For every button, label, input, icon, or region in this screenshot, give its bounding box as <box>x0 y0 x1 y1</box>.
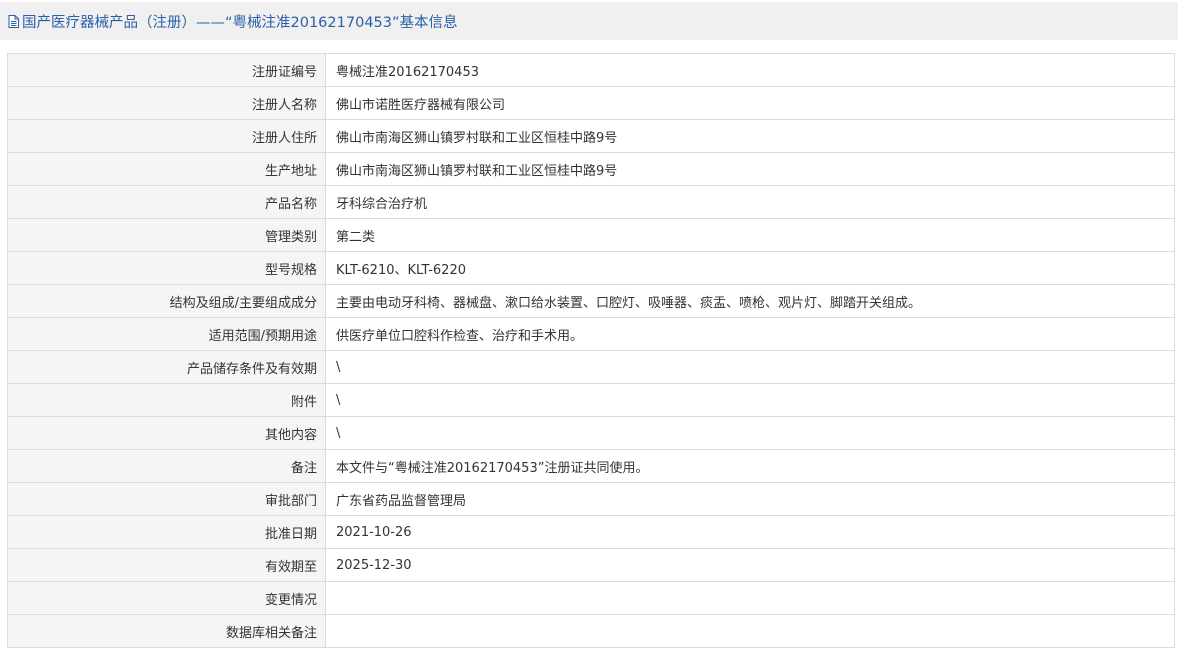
field-value: \ <box>325 350 1175 384</box>
field-value: \ <box>325 383 1175 417</box>
table-row: 结构及组成/主要组成成分 主要由电动牙科椅、器械盘、漱口给水装置、口腔灯、吸唾器、… <box>7 284 1175 318</box>
table-row: 生产地址 佛山市南海区狮山镇罗村联和工业区恒桂中路9号 <box>7 152 1175 186</box>
field-label: 生产地址 <box>7 152 326 186</box>
field-label: 产品名称 <box>7 185 326 219</box>
field-label: 变更情况 <box>7 581 326 615</box>
table-row: 产品名称 牙科综合治疗机 <box>7 185 1175 219</box>
table-row: 其他内容 \ <box>7 416 1175 450</box>
table-row: 附件 \ <box>7 383 1175 417</box>
field-label: 其他内容 <box>7 416 326 450</box>
info-table-body: 注册证编号 粤械注准20162170453 注册人名称 佛山市诺胜医疗器械有限公司 注册… <box>7 53 1175 648</box>
table-row: 备注 本文件与“粤械注准20162170453”注册证共同使用。 <box>7 449 1175 483</box>
table-row: 注册证编号 粤械注准20162170453 <box>7 53 1175 87</box>
field-value: 2025-12-30 <box>325 548 1175 582</box>
field-value <box>325 581 1175 615</box>
field-label: 批准日期 <box>7 515 326 549</box>
field-label: 注册人住所 <box>7 119 326 153</box>
table-row: 审批部门 广东省药品监督管理局 <box>7 482 1175 516</box>
table-row: 批准日期 2021-10-26 <box>7 515 1175 549</box>
field-value: 供医疗单位口腔科作检查、治疗和手术用。 <box>325 317 1175 351</box>
table-row: 有效期至 2025-12-30 <box>7 548 1175 582</box>
field-value: 牙科综合治疗机 <box>325 185 1175 219</box>
field-label: 产品储存条件及有效期 <box>7 350 326 384</box>
field-label: 适用范围/预期用途 <box>7 317 326 351</box>
field-label: 结构及组成/主要组成成分 <box>7 284 326 318</box>
field-value: KLT-6210、KLT-6220 <box>325 251 1175 285</box>
field-label: 管理类别 <box>7 218 326 252</box>
field-value <box>325 614 1175 648</box>
field-label: 备注 <box>7 449 326 483</box>
table-row: 管理类别 第二类 <box>7 218 1175 252</box>
field-value: 第二类 <box>325 218 1175 252</box>
field-label: 注册证编号 <box>7 53 326 87</box>
field-value: 本文件与“粤械注准20162170453”注册证共同使用。 <box>325 449 1175 483</box>
field-value: 佛山市南海区狮山镇罗村联和工业区恒桂中路9号 <box>325 152 1175 186</box>
field-value: 主要由电动牙科椅、器械盘、漱口给水装置、口腔灯、吸唾器、痰盂、喷枪、观片灯、脚踏… <box>325 284 1175 318</box>
table-row: 适用范围/预期用途 供医疗单位口腔科作检查、治疗和手术用。 <box>7 317 1175 351</box>
info-table-container: 注册证编号 粤械注准20162170453 注册人名称 佛山市诺胜医疗器械有限公司 注册… <box>7 53 1175 648</box>
field-value: \ <box>325 416 1175 450</box>
table-row: 变更情况 <box>7 581 1175 615</box>
field-label: 型号规格 <box>7 251 326 285</box>
table-row: 产品储存条件及有效期 \ <box>7 350 1175 384</box>
field-value: 粤械注准20162170453 <box>325 53 1175 87</box>
field-value: 广东省药品监督管理局 <box>325 482 1175 516</box>
field-label: 审批部门 <box>7 482 326 516</box>
field-value: 2021-10-26 <box>325 515 1175 549</box>
field-value: 佛山市南海区狮山镇罗村联和工业区恒桂中路9号 <box>325 119 1175 153</box>
field-label: 附件 <box>7 383 326 417</box>
document-icon <box>8 14 19 28</box>
info-table: 注册证编号 粤械注准20162170453 注册人名称 佛山市诺胜医疗器械有限公司 注册… <box>7 53 1175 648</box>
field-value: 佛山市诺胜医疗器械有限公司 <box>325 86 1175 120</box>
field-label: 有效期至 <box>7 548 326 582</box>
table-row: 注册人名称 佛山市诺胜医疗器械有限公司 <box>7 86 1175 120</box>
field-label: 数据库相关备注 <box>7 614 326 648</box>
page-title: 国产医疗器械产品（注册）——“粤械注准20162170453”基本信息 <box>22 14 458 31</box>
page-header: 国产医疗器械产品（注册）——“粤械注准20162170453”基本信息 <box>0 2 1178 40</box>
table-row: 数据库相关备注 <box>7 614 1175 648</box>
field-label: 注册人名称 <box>7 86 326 120</box>
table-row: 型号规格 KLT-6210、KLT-6220 <box>7 251 1175 285</box>
table-row: 注册人住所 佛山市南海区狮山镇罗村联和工业区恒桂中路9号 <box>7 119 1175 153</box>
